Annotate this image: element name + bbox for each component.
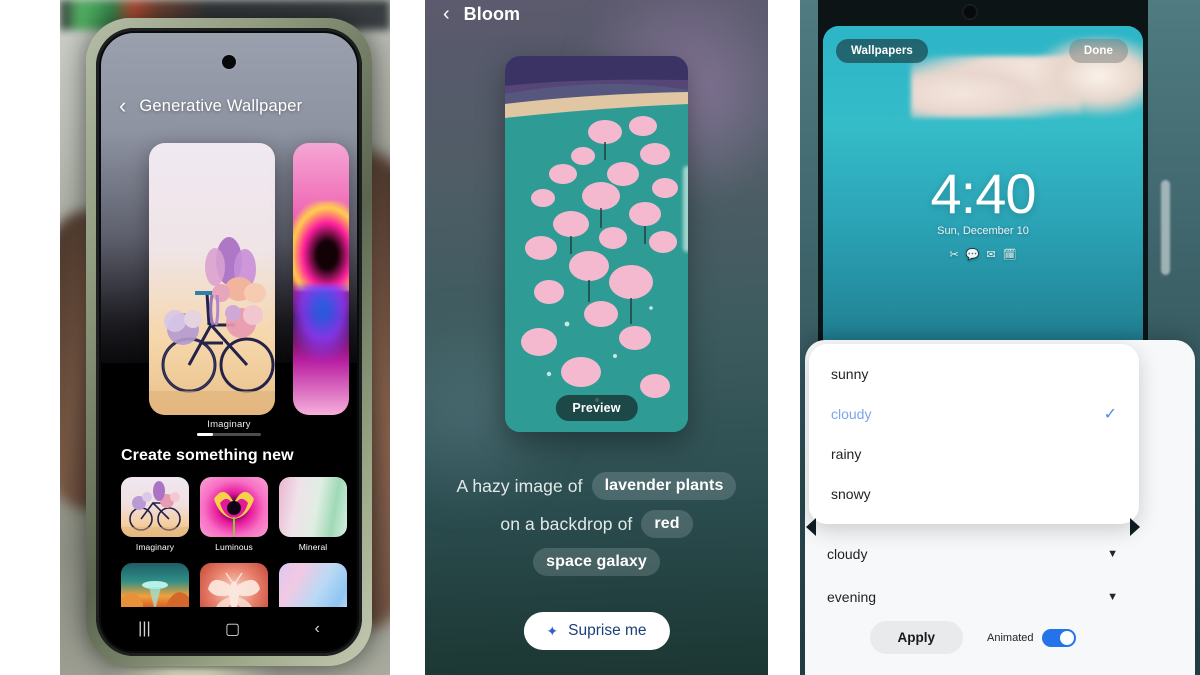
preview-button[interactable]: Preview xyxy=(555,395,638,421)
style-thumb xyxy=(200,477,268,537)
surprise-me-label: Suprise me xyxy=(568,622,647,639)
dropdown-option-sunny[interactable]: sunny xyxy=(809,358,1139,390)
prompt-line-2: on a backdrop of red xyxy=(500,510,693,538)
back-icon[interactable]: ‹ xyxy=(119,95,126,117)
sheet-actions: Apply Animated xyxy=(805,621,1140,654)
style-grid: Imaginary Luminous Mineral xyxy=(121,477,347,628)
wallpaper-settings-sheet: sunny cloudy ✓ rainy snowy cloudy ▼ even… xyxy=(805,340,1195,675)
style-tile-imaginary[interactable]: Imaginary xyxy=(121,477,189,552)
section-title: Create something new xyxy=(121,447,294,464)
option-label: rainy xyxy=(831,446,862,462)
flower-thumb-icon xyxy=(214,491,254,535)
apply-button[interactable]: Apply xyxy=(869,621,964,654)
lockscreen-clock: 4:40 xyxy=(930,162,1037,225)
wallpapers-button[interactable]: Wallpapers xyxy=(836,39,928,63)
style-label: Imaginary xyxy=(135,542,175,552)
select-value: cloudy xyxy=(827,546,868,562)
dropdown-option-snowy[interactable]: snowy xyxy=(809,478,1139,510)
page-title: Generative Wallpaper xyxy=(139,96,303,115)
carousel-card-next[interactable] xyxy=(293,143,349,415)
carousel-page-indicator xyxy=(197,433,261,436)
phone-screen: ‹ Generative Wallpaper Imaginary Create … xyxy=(101,33,357,651)
message-icon: 💬 xyxy=(965,249,980,261)
case-reflection xyxy=(106,669,276,675)
scrollbar-handle[interactable] xyxy=(683,166,688,252)
bloom-header: ‹ Bloom xyxy=(443,3,520,26)
notification-icons: ✂ 💬 ✉ 🗓 xyxy=(823,248,1143,261)
prompt-text-prefix: on a backdrop of xyxy=(500,513,633,534)
done-button[interactable]: Done xyxy=(1068,39,1128,63)
wallpaper-preview[interactable] xyxy=(505,56,688,432)
style-thumb xyxy=(121,477,189,537)
animated-toggle[interactable] xyxy=(1041,628,1076,647)
page-title: Bloom xyxy=(463,4,521,24)
bicycle-thumb-icon xyxy=(121,481,189,537)
sparkle-icon: ✦ xyxy=(546,623,559,639)
prompt-chip-backdrop[interactable]: space galaxy xyxy=(533,548,660,576)
chevron-down-icon: ▼ xyxy=(1107,548,1118,560)
bicycle-flowers-illustration xyxy=(149,237,275,415)
recents-icon[interactable]: ||| xyxy=(138,620,150,638)
cherry-blossom-lake-art xyxy=(505,56,688,432)
lockscreen-date: Sun, December 10 xyxy=(937,225,1029,237)
prompt-chip-subject[interactable]: lavender plants xyxy=(591,472,737,500)
screenshot-stage: ‹ Generative Wallpaper Imaginary Create … xyxy=(0,0,1200,675)
carousel-card-active[interactable] xyxy=(149,143,275,415)
android-navigation-bar: ||| ▢ ‹ xyxy=(101,607,357,651)
calendar-icon: 🗓 xyxy=(1002,249,1017,261)
front-camera-icon xyxy=(962,4,978,20)
animated-toggle-group: Animated xyxy=(987,628,1076,647)
prompt-line-3: space galaxy xyxy=(533,548,660,576)
check-icon: ✓ xyxy=(1103,406,1117,423)
back-icon[interactable]: ‹ xyxy=(314,620,319,638)
front-camera-icon xyxy=(222,55,236,69)
style-tile-luminous[interactable]: Luminous xyxy=(200,477,268,552)
option-label: sunny xyxy=(831,366,869,382)
animated-label: Animated xyxy=(987,631,1034,644)
right-arrow-icon[interactable] xyxy=(1130,518,1140,536)
option-label: snowy xyxy=(831,486,871,502)
prompt-chip-color[interactable]: red xyxy=(641,510,693,538)
mail-icon: ✉ xyxy=(986,249,996,261)
time-of-day-select[interactable]: evening ▼ xyxy=(805,579,1140,615)
prompt-text-prefix: A hazy image of xyxy=(456,475,583,496)
style-thumb xyxy=(279,477,347,537)
dropdown-option-cloudy[interactable]: cloudy ✓ xyxy=(809,398,1139,430)
select-value: evening xyxy=(827,589,877,605)
home-icon[interactable]: ▢ xyxy=(225,619,240,639)
scissors-icon: ✂ xyxy=(949,249,959,261)
panel-lockscreen-editor: Wallpapers Done 4:40 Sun, December 10 ✂ … xyxy=(800,0,1200,675)
panel-generative-wallpaper: ‹ Generative Wallpaper Imaginary Create … xyxy=(60,0,390,675)
left-arrow-icon[interactable] xyxy=(806,518,816,536)
prompt-editor: A hazy image of lavender plants on a bac… xyxy=(425,472,768,576)
option-label: cloudy xyxy=(831,406,872,422)
edge-panel-handle[interactable] xyxy=(1161,180,1170,275)
phone-body: ‹ Generative Wallpaper Imaginary Create … xyxy=(96,28,362,656)
panel-bloom: ‹ Bloom Preview A hazy image of lavender… xyxy=(425,0,768,675)
dropdown-option-rainy[interactable]: rainy xyxy=(809,438,1139,470)
style-tile-mineral[interactable]: Mineral xyxy=(279,477,347,552)
weather-dropdown-menu: sunny cloudy ✓ rainy snowy xyxy=(809,344,1139,524)
weather-select[interactable]: cloudy ▼ xyxy=(805,536,1140,572)
prompt-line-1: A hazy image of lavender plants xyxy=(457,472,737,500)
surprise-me-button[interactable]: ✦ Suprise me xyxy=(523,612,670,650)
style-label: Mineral xyxy=(298,542,328,552)
carousel-label: Imaginary xyxy=(207,419,251,430)
back-icon[interactable]: ‹ xyxy=(443,3,450,26)
style-label: Luminous xyxy=(215,542,253,552)
app-header: ‹ Generative Wallpaper xyxy=(119,95,302,117)
chevron-down-icon: ▼ xyxy=(1107,591,1118,603)
